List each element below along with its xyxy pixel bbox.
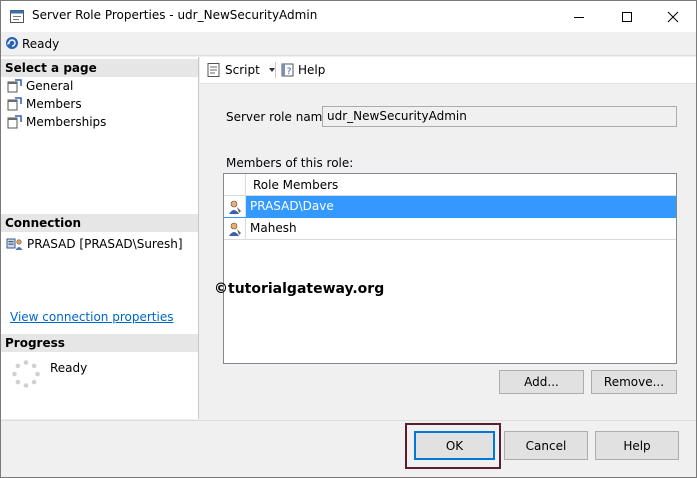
connection-text: PRASAD [PRASAD\Suresh] bbox=[27, 237, 183, 251]
member-name: Mahesh bbox=[250, 221, 297, 235]
sidebar-item-label: Memberships bbox=[26, 115, 107, 129]
sidebar-item-general[interactable]: General bbox=[7, 77, 73, 95]
server-connection-icon bbox=[6, 238, 23, 250]
minimize-icon bbox=[574, 16, 584, 18]
svg-text:?: ? bbox=[287, 67, 292, 77]
server-role-name-field[interactable]: udr_NewSecurityAdmin bbox=[322, 106, 677, 127]
row-header bbox=[224, 196, 246, 217]
member-name: PRASAD\Dave bbox=[250, 199, 334, 213]
watermark-text: ©tutorialgateway.org bbox=[214, 281, 385, 297]
column-header-role-members[interactable]: Role Members bbox=[253, 178, 338, 192]
chevron-down-icon[interactable] bbox=[266, 65, 278, 75]
server-role-properties-window: Server Role Properties - udr_NewSecurity… bbox=[0, 0, 697, 478]
user-icon bbox=[228, 222, 241, 236]
page-icon bbox=[7, 97, 22, 111]
toolbar-separator bbox=[275, 62, 276, 78]
script-icon bbox=[207, 63, 220, 77]
close-icon bbox=[667, 11, 679, 22]
cancel-button[interactable]: Cancel bbox=[504, 431, 588, 460]
sidebar-item-label: Members bbox=[26, 97, 82, 111]
page-icon bbox=[7, 115, 22, 129]
progress-text: Ready bbox=[50, 361, 88, 375]
connection-header: Connection bbox=[1, 214, 198, 232]
status-text: Ready bbox=[22, 37, 60, 51]
refresh-icon bbox=[6, 37, 18, 49]
sidebar-item-memberships[interactable]: Memberships bbox=[7, 113, 106, 131]
sidebar-item-label: General bbox=[26, 79, 74, 93]
server-role-name-label: Server role name: bbox=[226, 110, 334, 124]
toolbar: Script ? Help bbox=[200, 57, 696, 84]
maximize-button[interactable] bbox=[604, 1, 650, 32]
ok-button[interactable]: OK bbox=[414, 431, 495, 460]
help-label: Help bbox=[298, 63, 326, 77]
progress-spinner-icon bbox=[12, 360, 40, 388]
script-label: Script bbox=[225, 63, 260, 77]
minimize-button[interactable] bbox=[556, 1, 602, 32]
table-row[interactable]: Mahesh bbox=[224, 218, 676, 240]
remove-button[interactable]: Remove... bbox=[591, 370, 677, 394]
add-button[interactable]: Add... bbox=[499, 370, 584, 394]
select-page-header: Select a page bbox=[1, 59, 198, 77]
maximize-icon bbox=[622, 11, 632, 22]
grid-header-row: Role Members bbox=[224, 174, 676, 196]
app-icon bbox=[10, 10, 24, 23]
help-toolbar-button[interactable]: ? Help bbox=[280, 61, 325, 79]
user-icon bbox=[228, 200, 241, 214]
status-bar: Ready bbox=[1, 33, 696, 56]
title-bar: Server Role Properties - udr_NewSecurity… bbox=[1, 1, 696, 32]
sidebar-item-members[interactable]: Members bbox=[7, 95, 82, 113]
script-button[interactable]: Script bbox=[206, 61, 278, 79]
window-title: Server Role Properties - udr_NewSecurity… bbox=[32, 8, 318, 22]
progress-header: Progress bbox=[1, 334, 198, 352]
members-of-role-label: Members of this role: bbox=[226, 156, 354, 170]
help-book-icon: ? bbox=[281, 63, 294, 77]
left-pane: Select a page General Members Membership… bbox=[1, 57, 199, 419]
role-members-grid: Role Members PRASAD\Dave Mahesh bbox=[223, 173, 677, 364]
connection-info: PRASAD [PRASAD\Suresh] bbox=[6, 235, 183, 253]
dialog-footer: OK Cancel Help bbox=[1, 420, 696, 477]
main-content: Server role name: udr_NewSecurityAdmin M… bbox=[200, 84, 696, 419]
help-button[interactable]: Help bbox=[595, 431, 679, 460]
page-icon bbox=[7, 79, 22, 93]
view-connection-properties-link[interactable]: View connection properties bbox=[10, 310, 173, 324]
row-header bbox=[224, 218, 246, 239]
close-button[interactable] bbox=[650, 1, 696, 32]
table-row[interactable]: PRASAD\Dave bbox=[224, 196, 676, 218]
row-header-corner bbox=[224, 174, 246, 195]
